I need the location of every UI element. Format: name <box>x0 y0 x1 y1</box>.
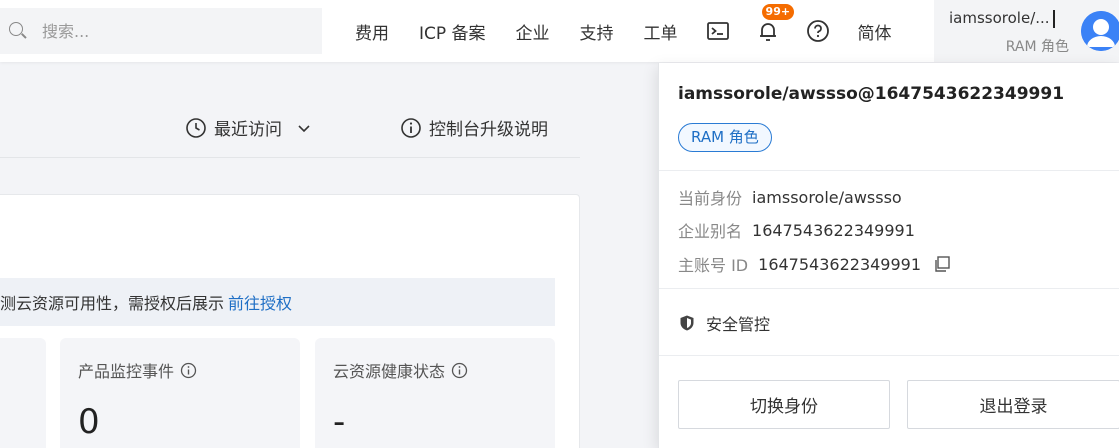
stat-value: 0 <box>78 402 100 442</box>
nav-tickets[interactable]: 工单 <box>629 19 693 44</box>
security-label: 安全管控 <box>706 315 771 334</box>
copy-icon[interactable] <box>933 255 951 273</box>
info-value: 1647543622349991 <box>752 220 915 240</box>
account-info: 当前身份 iamssorole/awssso 企业别名 164754362234… <box>659 171 1119 289</box>
terminal-icon[interactable] <box>706 19 730 43</box>
info-label: 当前身份 <box>678 189 743 208</box>
nav-icp[interactable]: ICP 备案 <box>404 19 501 44</box>
info-icon <box>400 117 422 139</box>
nav-enterprise[interactable]: 企业 <box>501 19 565 44</box>
stat-card-partial <box>0 338 46 448</box>
stat-value: - <box>333 402 346 442</box>
help-icon[interactable] <box>806 19 830 43</box>
account-name: iamssorole/... <box>949 9 1055 28</box>
bell-icon[interactable]: 99+ <box>756 4 795 43</box>
search-box[interactable] <box>0 8 322 54</box>
nav-support[interactable]: 支持 <box>565 19 629 44</box>
console-upgrade-label: 控制台升级说明 <box>429 120 548 140</box>
stat-card-product-events: 产品监控事件 0 <box>60 338 300 448</box>
account-role: RAM 角色 <box>1005 39 1069 55</box>
recent-visits-label: 最近访问 <box>214 120 282 140</box>
clock-icon <box>185 117 207 139</box>
top-navigation-bar: 费用 ICP 备案 企业 支持 工单 99+ 简体 iamssorole/...… <box>0 0 1119 62</box>
notification-badge: 99+ <box>761 4 795 20</box>
chevron-down-icon <box>296 120 312 136</box>
language-switch[interactable]: 简体 <box>843 19 907 44</box>
stat-title: 产品监控事件 <box>78 358 197 382</box>
role-tag: RAM 角色 <box>678 123 772 152</box>
account-dropdown-panel: iamssorole/awssso@1647543622349991 RAM 角… <box>658 63 1119 448</box>
info-label: 主账号 ID <box>678 256 749 275</box>
stat-card-resource-health: 云资源健康状态 - <box>315 338 555 448</box>
switch-identity-button[interactable]: 切换身份 <box>678 380 890 429</box>
notice-text: 测云资源可用性，需授权后展示 <box>0 294 225 313</box>
account-menu[interactable]: iamssorole/... RAM 角色 <box>934 0 1119 62</box>
top-nav: 费用 ICP 备案 企业 支持 工单 99+ 简体 <box>340 0 907 62</box>
nav-fees[interactable]: 费用 <box>340 19 404 44</box>
info-label: 企业别名 <box>678 222 743 241</box>
main-account-id-row: 主账号 ID 1647543622349991 <box>678 252 951 276</box>
info-icon[interactable] <box>451 362 468 379</box>
recent-visits-dropdown[interactable]: 最近访问 <box>185 115 312 140</box>
security-control-item[interactable]: 安全管控 <box>678 311 770 335</box>
search-input[interactable] <box>42 21 302 41</box>
search-icon <box>8 21 28 41</box>
stat-title: 云资源健康状态 <box>333 358 468 382</box>
content-toolbar: 最近访问 控制台升级说明 <box>0 62 580 158</box>
console-upgrade-link[interactable]: 控制台升级说明 <box>400 115 548 140</box>
enterprise-alias-row: 企业别名 1647543622349991 <box>678 218 915 242</box>
authorize-link[interactable]: 前往授权 <box>228 290 292 314</box>
panel-header: iamssorole/awssso@1647543622349991 RAM 角… <box>659 63 1119 171</box>
shield-icon <box>678 314 696 332</box>
logout-button[interactable]: 退出登录 <box>907 380 1119 429</box>
info-value: iamssorole/awssso <box>752 187 902 207</box>
info-value: 1647543622349991 <box>758 254 922 274</box>
current-identity-row: 当前身份 iamssorole/awssso <box>678 185 902 209</box>
authorization-notice: 测云资源可用性，需授权后展示 前往授权 <box>0 278 555 326</box>
avatar[interactable] <box>1081 11 1119 51</box>
account-full-name: iamssorole/awssso@1647543622349991 <box>678 84 1065 104</box>
divider <box>659 355 1119 356</box>
info-icon[interactable] <box>180 362 197 379</box>
